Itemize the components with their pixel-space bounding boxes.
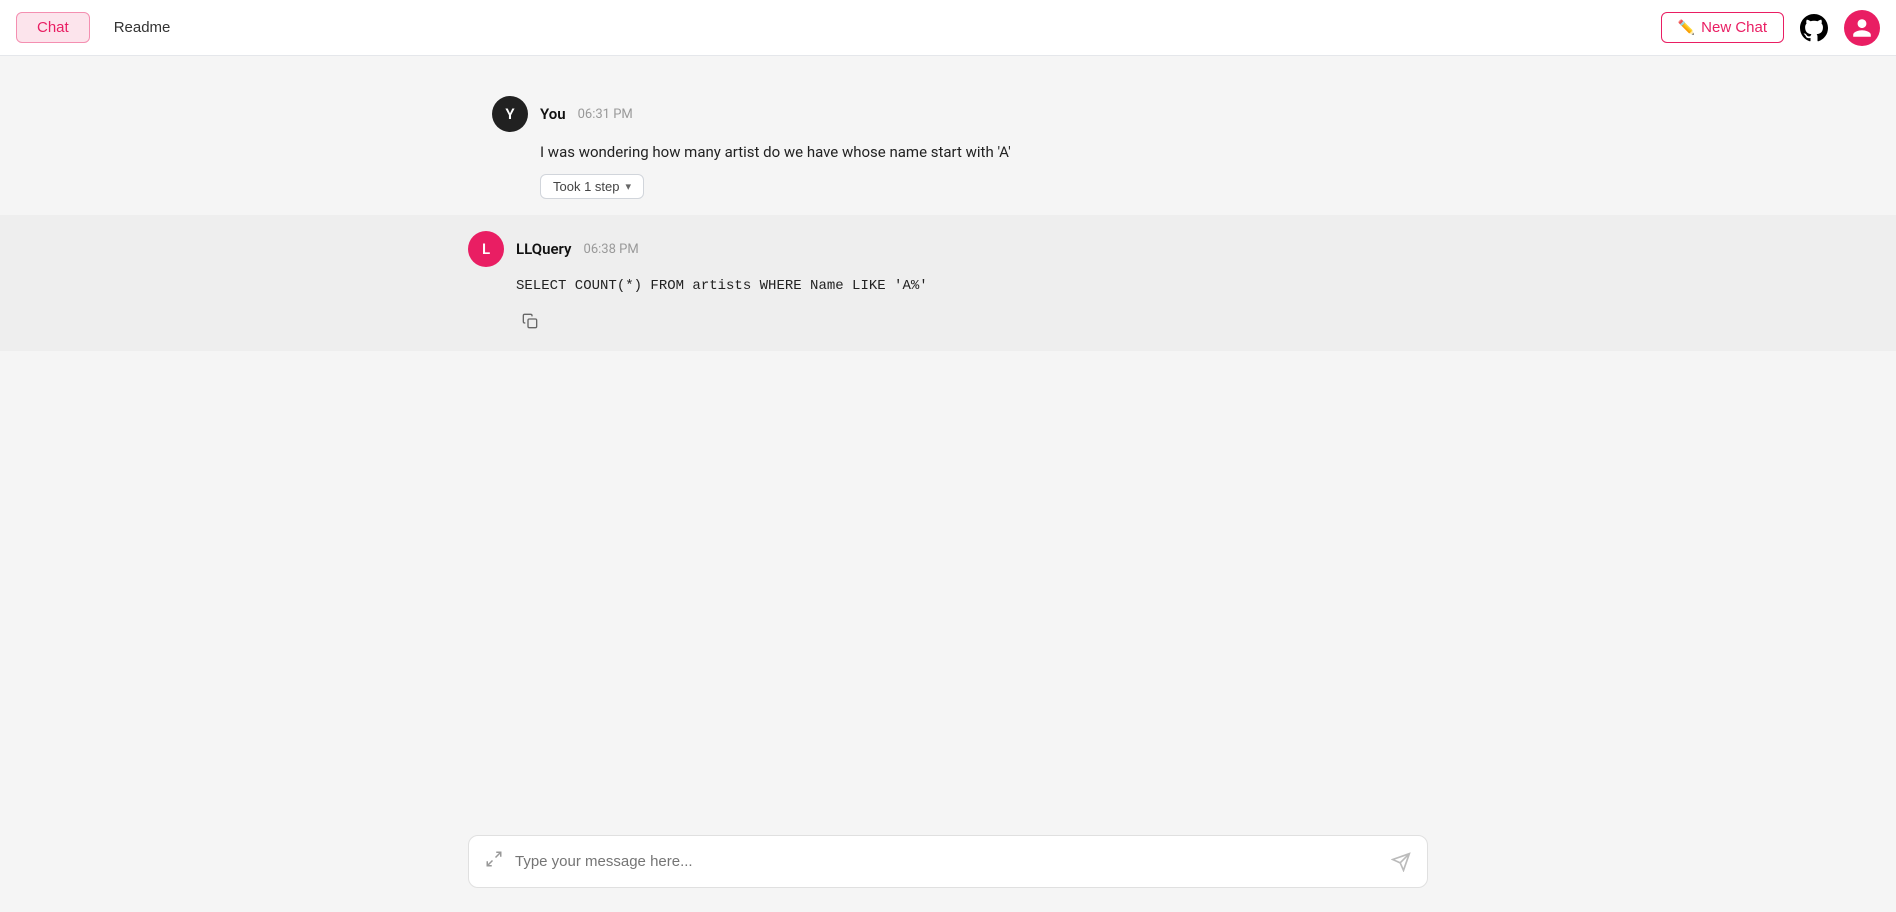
llquery-message-header: L LLQuery 06:38 PM (468, 231, 1428, 267)
send-button[interactable] (1391, 852, 1411, 872)
user-avatar[interactable] (1844, 10, 1880, 46)
user-message-text: I was wondering how many artist do we ha… (540, 140, 1404, 164)
header-tabs: Chat Readme (16, 12, 186, 43)
chat-container: Y You 06:31 PM I was wondering how many … (0, 56, 1896, 912)
sql-code-block: SELECT COUNT(*) FROM artists WHERE Name … (516, 275, 1428, 297)
llquery-message-wrapper: L LLQuery 06:38 PM SELECT COUNT(*) FROM … (0, 215, 1896, 351)
took-steps-badge[interactable]: Took 1 step ▾ (540, 174, 644, 199)
llquery-message-time: 06:38 PM (584, 242, 639, 257)
user-message-header: Y You 06:31 PM (492, 96, 1404, 132)
user-sender-name: You (540, 105, 566, 123)
header-actions: ✏️ New Chat (1661, 10, 1880, 46)
message-input[interactable] (515, 853, 1379, 870)
user-message-time: 06:31 PM (578, 107, 633, 122)
chevron-down-icon: ▾ (626, 180, 632, 193)
new-chat-button[interactable]: ✏️ New Chat (1661, 12, 1784, 43)
tab-readme[interactable]: Readme (98, 13, 187, 42)
llquery-sender-name: LLQuery (516, 240, 572, 258)
new-chat-label: New Chat (1701, 19, 1767, 36)
copy-button[interactable] (516, 307, 544, 335)
expand-icon (485, 850, 503, 873)
input-box (468, 835, 1428, 888)
user-avatar-bubble: Y (492, 96, 528, 132)
user-message-body: I was wondering how many artist do we ha… (540, 140, 1404, 199)
llquery-message-body: SELECT COUNT(*) FROM artists WHERE Name … (516, 275, 1428, 335)
took-steps-label: Took 1 step (553, 179, 620, 194)
messages-area: Y You 06:31 PM I was wondering how many … (0, 56, 1896, 819)
llquery-avatar-bubble: L (468, 231, 504, 267)
input-area (0, 819, 1896, 912)
user-message-wrapper: Y You 06:31 PM I was wondering how many … (468, 80, 1428, 215)
tab-chat[interactable]: Chat (16, 12, 90, 43)
app-header: Chat Readme ✏️ New Chat (0, 0, 1896, 56)
edit-icon: ✏️ (1678, 19, 1695, 36)
llquery-message-inner: L LLQuery 06:38 PM SELECT COUNT(*) FROM … (468, 231, 1428, 335)
github-icon[interactable] (1796, 10, 1832, 46)
